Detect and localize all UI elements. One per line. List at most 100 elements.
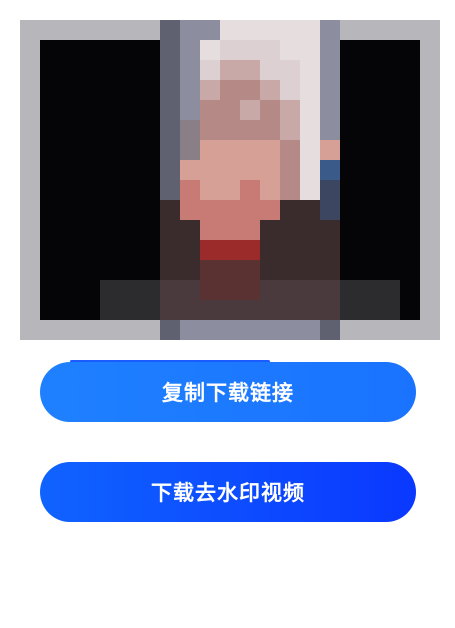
image-pixel — [420, 140, 440, 160]
image-pixel — [100, 220, 120, 240]
image-pixel — [260, 100, 280, 120]
image-pixel — [20, 220, 40, 240]
image-pixel — [320, 100, 340, 120]
image-pixel — [220, 160, 240, 180]
image-pixel — [160, 160, 180, 180]
image-pixel — [120, 160, 140, 180]
image-pixel — [240, 300, 260, 320]
image-pixel — [300, 140, 320, 160]
image-pixel — [240, 280, 260, 300]
image-pixel — [220, 180, 240, 200]
image-pixel — [200, 240, 220, 260]
image-pixel — [220, 240, 240, 260]
image-pixel — [220, 280, 240, 300]
image-pixel — [360, 320, 380, 340]
image-pixel — [140, 280, 160, 300]
image-pixel — [340, 120, 360, 140]
image-pixel — [280, 60, 300, 80]
image-pixel — [300, 40, 320, 60]
image-pixel — [60, 160, 80, 180]
image-pixel — [420, 20, 440, 40]
image-pixel — [60, 60, 80, 80]
image-pixel — [160, 180, 180, 200]
image-pixel — [340, 180, 360, 200]
image-pixel — [400, 140, 420, 160]
image-pixel — [400, 60, 420, 80]
image-pixel — [420, 300, 440, 320]
video-thumbnail[interactable] — [20, 20, 440, 340]
image-pixel — [260, 140, 280, 160]
image-pixel — [360, 80, 380, 100]
image-pixel — [320, 160, 340, 180]
image-pixel — [40, 180, 60, 200]
image-pixel — [200, 320, 220, 340]
image-pixel — [180, 40, 200, 60]
image-pixel — [340, 140, 360, 160]
image-pixel — [200, 20, 220, 40]
image-pixel — [20, 260, 40, 280]
image-pixel — [280, 40, 300, 60]
image-pixel — [200, 220, 220, 240]
image-pixel — [40, 20, 60, 40]
image-pixel — [260, 20, 280, 40]
image-pixel — [400, 80, 420, 100]
image-pixel — [180, 160, 200, 180]
download-watermark-free-video-button[interactable]: 下载去水印视频 — [40, 462, 416, 522]
image-pixel — [280, 140, 300, 160]
image-pixel — [80, 20, 100, 40]
image-pixel — [80, 320, 100, 340]
image-pixel — [160, 100, 180, 120]
image-pixel — [420, 280, 440, 300]
image-pixel — [80, 300, 100, 320]
image-pixel — [140, 260, 160, 280]
image-pixel — [60, 300, 80, 320]
image-pixel — [360, 160, 380, 180]
image-pixel — [260, 300, 280, 320]
image-pixel — [340, 40, 360, 60]
image-pixel — [420, 160, 440, 180]
image-pixel — [340, 320, 360, 340]
image-pixel — [80, 80, 100, 100]
image-pixel — [320, 300, 340, 320]
image-pixel — [20, 180, 40, 200]
image-pixel — [200, 300, 220, 320]
image-pixel — [260, 60, 280, 80]
image-pixel — [380, 280, 400, 300]
image-pixel — [20, 120, 40, 140]
image-pixel — [20, 160, 40, 180]
image-pixel — [140, 300, 160, 320]
image-pixel — [240, 200, 260, 220]
image-pixel — [100, 180, 120, 200]
image-pixel — [180, 320, 200, 340]
image-pixel — [220, 20, 240, 40]
image-pixel — [360, 60, 380, 80]
image-pixel — [120, 320, 140, 340]
image-pixel — [100, 120, 120, 140]
image-pixel — [300, 60, 320, 80]
image-pixel — [320, 240, 340, 260]
image-pixel — [420, 320, 440, 340]
image-pixel — [240, 140, 260, 160]
image-pixel — [260, 220, 280, 240]
image-pixel — [320, 180, 340, 200]
image-pixel — [340, 300, 360, 320]
image-pixel — [160, 300, 180, 320]
image-pixel — [60, 200, 80, 220]
image-pixel — [380, 260, 400, 280]
image-pixel — [40, 60, 60, 80]
image-pixel — [360, 180, 380, 200]
image-pixel — [420, 60, 440, 80]
image-pixel — [420, 100, 440, 120]
copy-download-link-button[interactable]: 复制下载链接 — [40, 362, 416, 422]
image-pixel — [180, 200, 200, 220]
image-pixel — [180, 220, 200, 240]
image-pixel — [120, 140, 140, 160]
image-pixel — [220, 320, 240, 340]
image-pixel — [220, 300, 240, 320]
image-pixel — [120, 300, 140, 320]
image-pixel — [100, 300, 120, 320]
image-pixel — [320, 260, 340, 280]
image-pixel — [200, 260, 220, 280]
image-pixel — [260, 120, 280, 140]
image-pixel — [20, 280, 40, 300]
